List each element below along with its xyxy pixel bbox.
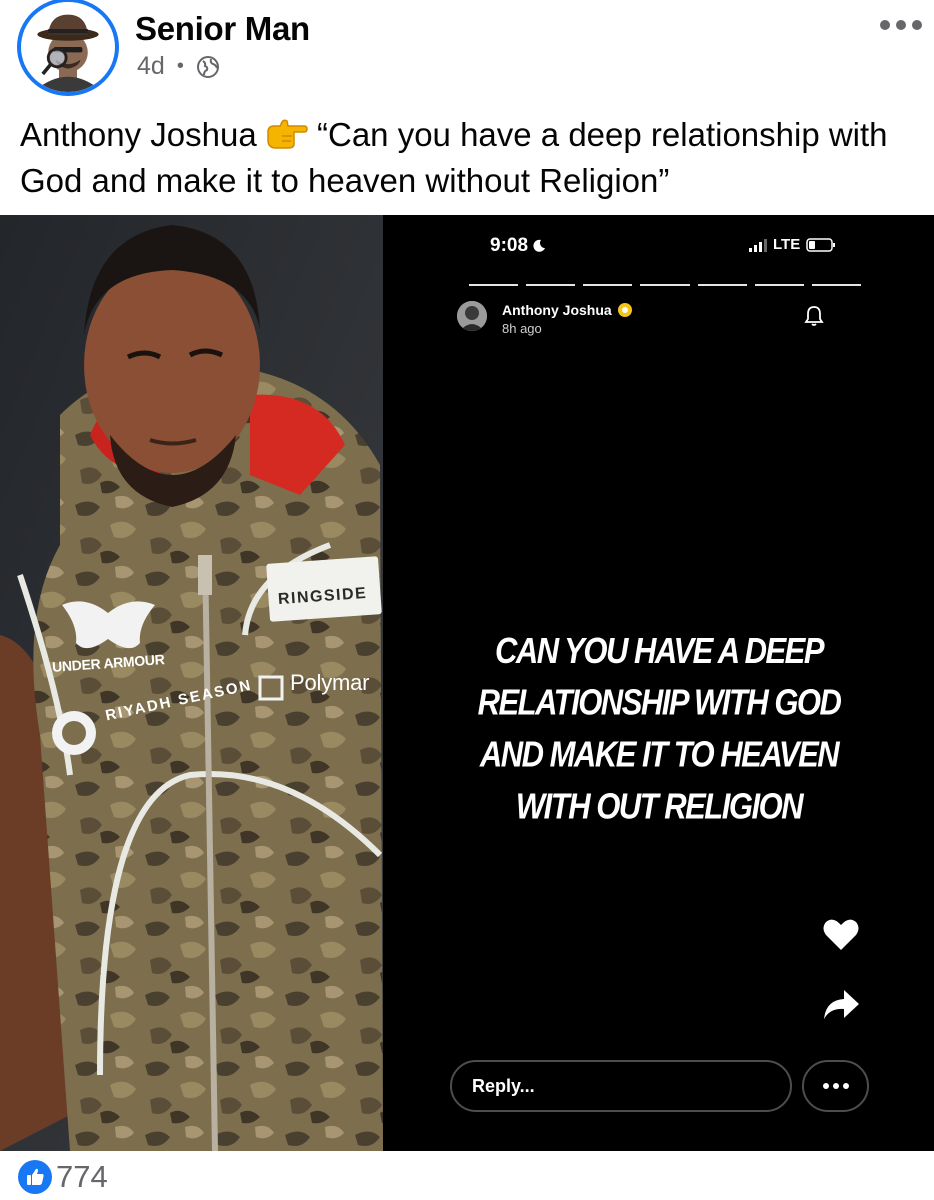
story-progress-segment [754,284,804,286]
thumbs-up-icon [27,1168,44,1185]
story-posted-time: 8h ago [502,321,542,336]
clock-text: 9:08 [490,235,529,256]
status-bar-indicators: LTE [749,236,836,253]
bell-icon[interactable] [804,305,824,327]
more-options-button[interactable] [880,14,922,36]
author-avatar[interactable] [17,0,119,96]
story-account-avatar[interactable] [457,301,487,331]
story-progress-segment [469,284,519,286]
story-more-button[interactable] [802,1060,869,1112]
battery-icon [806,237,836,252]
verified-badge-icon [617,303,632,317]
pointing-right-hand-icon [267,119,308,149]
post-caption: Anthony Joshua “Can you have a deep rela… [20,112,920,204]
story-reply-input[interactable]: Reply... [450,1060,792,1112]
dot-icon [912,20,922,30]
story-progress-segment [526,284,576,286]
story-progress-segment [811,284,861,286]
reaction-summary[interactable]: 774 [18,1157,108,1197]
heart-icon[interactable] [822,916,860,952]
post-age[interactable]: 4d [137,52,165,81]
meta-separator: • [176,55,184,77]
boxer-photo[interactable]: RINGSIDE UNDER ARMOUR Polymar RIYADH SEA… [0,215,383,1151]
like-count: 774 [56,1159,108,1194]
story-account-name[interactable]: Anthony Joshua [502,302,632,318]
dot-icon [842,1083,849,1089]
story-screenshot[interactable]: 9:08 LTE Anthony Joshua 8h ago CAN YOU H… [383,215,934,1151]
author-name[interactable]: Senior Man [135,10,310,48]
detective-avatar-icon [23,2,113,92]
dot-icon [896,20,906,30]
reply-placeholder: Reply... [472,1075,535,1096]
post-media[interactable]: RINGSIDE UNDER ARMOUR Polymar RIYADH SEA… [0,215,934,1151]
network-label: LTE [773,236,801,253]
share-arrow-icon[interactable] [822,988,860,1022]
story-progress-segment [583,284,633,286]
status-bar-time: 9:08 [490,235,546,257]
moon-icon [533,239,546,252]
profile-photo-icon [457,301,487,331]
story-progress-segment [640,284,690,286]
post-header: Senior Man 4d • [0,0,934,105]
dot-icon [880,20,890,30]
story-account-name-text: Anthony Joshua [502,302,612,318]
caption-subject: Anthony Joshua [20,116,266,153]
globe-icon[interactable] [196,55,220,79]
signal-icon [749,238,767,252]
dot-icon [832,1083,839,1089]
post-meta: 4d • [137,52,220,81]
story-text: Can you have a deep relationship with Go… [477,629,842,827]
dot-icon [822,1083,829,1089]
story-progress-segment [697,284,747,286]
story-progress-bar [469,284,861,286]
polymarket-text: Polymar [290,670,370,695]
like-reaction-badge [18,1160,52,1194]
